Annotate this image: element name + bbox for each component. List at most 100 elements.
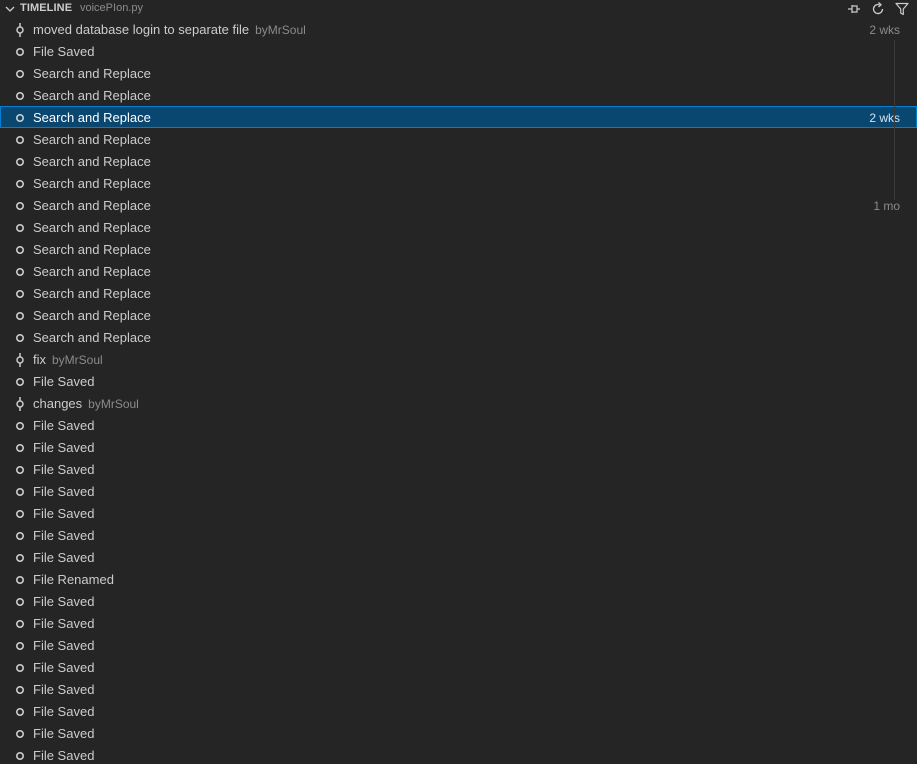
- history-item-icon: [13, 639, 27, 653]
- timeline-item-title: File Saved: [33, 440, 95, 455]
- timeline-item[interactable]: File Saved: [0, 436, 917, 458]
- timeline-item[interactable]: File Saved: [0, 524, 917, 546]
- history-item-icon: [13, 419, 27, 433]
- timeline-item[interactable]: File Saved: [0, 634, 917, 656]
- history-item-icon: [13, 221, 27, 235]
- history-item-icon: [13, 661, 27, 675]
- timeline-item-label: Search and Replace: [33, 132, 157, 147]
- timeline-item-label: Search and Replace: [33, 308, 157, 323]
- timeline-item-label: File Saved: [33, 726, 100, 741]
- timeline-item-label: File Saved: [33, 638, 100, 653]
- timeline-item[interactable]: Search and Replace: [0, 150, 917, 172]
- history-item-icon: [13, 177, 27, 191]
- timeline-item-title: File Saved: [33, 462, 95, 477]
- timeline-item[interactable]: File Saved: [0, 414, 917, 436]
- timeline-item-title: File Saved: [33, 418, 95, 433]
- timeline-item-title: Search and Replace: [33, 154, 151, 169]
- timeline-item-title: Search and Replace: [33, 66, 151, 81]
- timeline-item[interactable]: File Saved: [0, 370, 917, 392]
- timeline-item-time: 1 mo: [873, 199, 900, 213]
- git-commit-icon: [13, 23, 27, 37]
- timeline-item[interactable]: File Saved: [0, 700, 917, 722]
- chevron-down-icon[interactable]: [4, 3, 16, 15]
- history-item-icon: [13, 485, 27, 499]
- timeline-item-title: File Saved: [33, 44, 95, 59]
- timeline-item[interactable]: Search and Replace: [0, 216, 917, 238]
- timeline-item[interactable]: File Renamed: [0, 568, 917, 590]
- timeline-item-label: Search and Replace: [33, 264, 157, 279]
- timeline-item[interactable]: File Saved: [0, 656, 917, 678]
- timeline-item[interactable]: Search and Replace: [0, 282, 917, 304]
- timeline-item-title: Search and Replace: [33, 330, 151, 345]
- timeline-item[interactable]: File Saved: [0, 678, 917, 700]
- history-item-icon: [13, 89, 27, 103]
- timeline-item-title: moved database login to separate file: [33, 22, 250, 37]
- history-item-icon: [13, 287, 27, 301]
- filter-icon[interactable]: [893, 1, 911, 17]
- timeline-item-label: File Saved: [33, 374, 100, 389]
- timeline-item-title: File Saved: [33, 374, 95, 389]
- timeline-item-title: File Saved: [33, 682, 95, 697]
- history-item-icon: [13, 705, 27, 719]
- timeline-item-label: File Saved: [33, 462, 100, 477]
- timeline-item[interactable]: File Saved: [0, 744, 917, 764]
- history-item-icon: [13, 265, 27, 279]
- timeline-item[interactable]: File Saved: [0, 458, 917, 480]
- timeline-item-author: byMrSoul: [52, 353, 103, 367]
- timeline-item-title: fix: [33, 352, 46, 367]
- timeline-item-time: 2 wks: [869, 111, 900, 125]
- timeline-item-label: Search and Replace: [33, 198, 157, 213]
- timeline-item[interactable]: Search and Replace: [0, 304, 917, 326]
- timeline-item[interactable]: File Saved: [0, 590, 917, 612]
- timeline-item[interactable]: Search and Replace: [0, 172, 917, 194]
- timeline-item-title: Search and Replace: [33, 132, 151, 147]
- scrollbar-track[interactable]: [894, 40, 895, 200]
- history-item-icon: [13, 199, 27, 213]
- timeline-item[interactable]: File Saved: [0, 480, 917, 502]
- timeline-item-title: Search and Replace: [33, 176, 151, 191]
- timeline-item-title: File Saved: [33, 528, 95, 543]
- timeline-item[interactable]: changes byMrSoul: [0, 392, 917, 414]
- timeline-item[interactable]: Search and Replace: [0, 62, 917, 84]
- timeline-item-label: File Saved: [33, 44, 100, 59]
- timeline-item[interactable]: fix byMrSoul: [0, 348, 917, 370]
- timeline-item[interactable]: Search and Replace 2 wks: [0, 106, 917, 128]
- timeline-item-title: File Saved: [33, 506, 95, 521]
- timeline-item-label: File Saved: [33, 550, 100, 565]
- timeline-item-label: Search and Replace: [33, 176, 157, 191]
- timeline-item[interactable]: moved database login to separate file byM…: [0, 18, 917, 40]
- timeline-item[interactable]: File Saved: [0, 612, 917, 634]
- timeline-item[interactable]: Search and Replace 1 mo: [0, 194, 917, 216]
- timeline-item[interactable]: Search and Replace: [0, 84, 917, 106]
- timeline-item-title: Search and Replace: [33, 110, 151, 125]
- history-item-icon: [13, 133, 27, 147]
- history-item-icon: [13, 551, 27, 565]
- timeline-item-label: File Saved: [33, 660, 100, 675]
- history-item-icon: [13, 441, 27, 455]
- pin-icon[interactable]: [845, 1, 863, 17]
- timeline-item[interactable]: File Saved: [0, 546, 917, 568]
- timeline-item-label: File Saved: [33, 440, 100, 455]
- timeline-item-author: byMrSoul: [255, 23, 306, 37]
- history-item-icon: [13, 111, 27, 125]
- history-item-icon: [13, 243, 27, 257]
- timeline-item[interactable]: Search and Replace: [0, 238, 917, 260]
- timeline-item[interactable]: File Saved: [0, 502, 917, 524]
- timeline-item-title: File Saved: [33, 616, 95, 631]
- refresh-icon[interactable]: [869, 1, 887, 17]
- timeline-item[interactable]: Search and Replace: [0, 128, 917, 150]
- history-item-icon: [13, 683, 27, 697]
- timeline-item-title: changes: [33, 396, 83, 411]
- history-item-icon: [13, 463, 27, 477]
- timeline-item-label: Search and Replace: [33, 242, 157, 257]
- timeline-item-title: File Saved: [33, 550, 95, 565]
- timeline-item[interactable]: Search and Replace: [0, 326, 917, 348]
- timeline-header[interactable]: TIMELINE voicePIon.py: [0, 0, 917, 18]
- timeline-item[interactable]: File Saved: [0, 722, 917, 744]
- timeline-item[interactable]: Search and Replace: [0, 260, 917, 282]
- timeline-item-label: Search and Replace: [33, 88, 157, 103]
- timeline-item[interactable]: File Saved: [0, 40, 917, 62]
- history-item-icon: [13, 727, 27, 741]
- timeline-item-label: File Saved: [33, 704, 100, 719]
- timeline-panel: TIMELINE voicePIon.py moved database log…: [0, 0, 917, 764]
